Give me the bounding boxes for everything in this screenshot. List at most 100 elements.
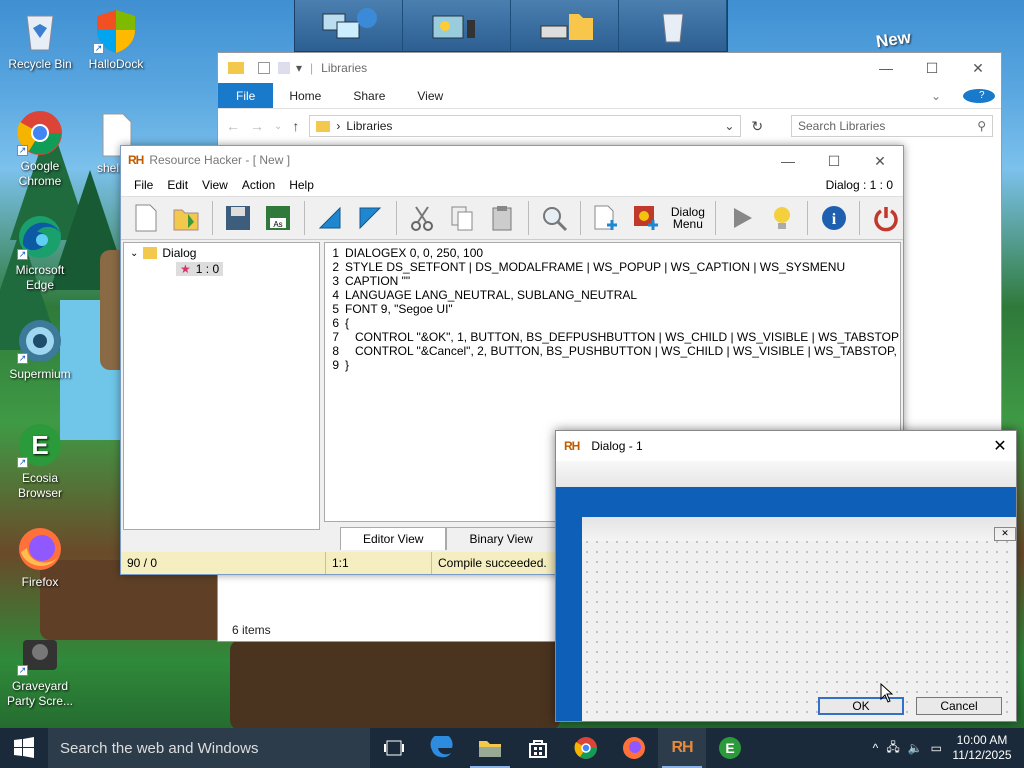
show-hidden-icons[interactable]: ^ xyxy=(873,741,879,755)
address-bar[interactable]: › Libraries ⌄ xyxy=(309,115,742,137)
code-text: CONTROL "&OK", 1, BUTTON, BS_DEFPUSHBUTT… xyxy=(345,330,899,344)
save-icon[interactable] xyxy=(221,200,256,236)
dialog-menu-icon[interactable]: Dialog Menu xyxy=(668,200,707,236)
info-icon[interactable]: i xyxy=(816,200,851,236)
tree-node-1-0[interactable]: ★ 1 : 0 xyxy=(176,262,224,276)
line-number: 3 xyxy=(332,274,339,288)
quick-launch-bar xyxy=(294,0,728,52)
menu-view[interactable]: View xyxy=(195,178,235,192)
resource-tree: ⌄ Dialog ★ 1 : 0 xyxy=(123,242,320,530)
add-resource-icon[interactable] xyxy=(589,200,624,236)
refresh-button[interactable]: ↻ xyxy=(751,118,763,135)
address-row: ← → ⌄ ↑ › Libraries ⌄ ↻ Search Libraries… xyxy=(218,109,1001,143)
taskbar-explorer-icon[interactable] xyxy=(466,728,514,768)
dialog-form[interactable]: ✕ OK Cancel xyxy=(582,517,1016,721)
up-button[interactable]: ↑ xyxy=(292,118,299,134)
clock[interactable]: 10:00 AM 11/12/2025 xyxy=(950,733,1014,763)
close-button[interactable]: ✕ xyxy=(955,53,1001,83)
volume-muted-icon[interactable]: 🔈 xyxy=(908,741,923,755)
taskbar-firefox-icon[interactable] xyxy=(610,728,658,768)
tab-home[interactable]: Home xyxy=(273,83,337,108)
back-button[interactable]: ← xyxy=(226,118,240,134)
tab-file[interactable]: File xyxy=(218,83,274,108)
tab-editor-view[interactable]: Editor View xyxy=(340,527,447,550)
tab-share[interactable]: Share xyxy=(337,83,401,108)
taskbar-search[interactable]: Search the web and Windows xyxy=(48,728,370,768)
new-folder-icon[interactable] xyxy=(278,62,290,74)
code-line: 6{ xyxy=(325,316,900,330)
menu-edit[interactable]: Edit xyxy=(160,178,195,192)
paste-icon[interactable] xyxy=(485,200,520,236)
cancel-button[interactable]: Cancel xyxy=(916,697,1002,715)
form-caption xyxy=(582,517,1016,541)
find-icon[interactable] xyxy=(537,200,572,236)
start-button[interactable] xyxy=(0,728,48,768)
copy-icon[interactable] xyxy=(445,200,480,236)
tab-view[interactable]: View xyxy=(401,83,459,108)
taskbar: Search the web and Windows RH E ^ 🖧 🔈 ▭ … xyxy=(0,728,1024,768)
menu-action[interactable]: Action xyxy=(235,178,282,192)
svg-text:i: i xyxy=(831,211,836,228)
dialog-close-button[interactable]: ✕ xyxy=(984,431,1016,461)
search-icon: ⚲ xyxy=(977,119,986,133)
desktop-icon-recycle-bin[interactable]: Recycle Bin xyxy=(2,8,78,72)
network-tray-icon[interactable]: 🖧 xyxy=(886,738,899,759)
run-script-icon[interactable] xyxy=(724,200,759,236)
recycle-bin-quick-icon[interactable] xyxy=(619,0,727,51)
code-line: 7 CONTROL "&OK", 1, BUTTON, BS_DEFPUSHBU… xyxy=(325,330,900,344)
rh-close-button[interactable]: ✕ xyxy=(857,146,903,176)
desktop-icon-ecosia[interactable]: E ↗ Ecosia Browser xyxy=(2,422,78,501)
back-arrow-icon[interactable] xyxy=(313,200,348,236)
menu-file[interactable]: File xyxy=(127,178,160,192)
desktop-icon-edge[interactable]: ↗ Microsoft Edge xyxy=(2,214,78,293)
taskbar-edge-icon[interactable] xyxy=(418,728,466,768)
desktop-icon-graveyard[interactable]: ↗ Graveyard Party Scre... xyxy=(2,630,78,709)
task-view-icon[interactable] xyxy=(370,728,418,768)
maximize-button[interactable]: ☐ xyxy=(909,53,955,83)
tab-binary-view[interactable]: Binary View xyxy=(446,527,556,550)
line-number: 4 xyxy=(332,288,339,302)
forward-arrow-icon[interactable] xyxy=(353,200,388,236)
desktop-icon-hallodock[interactable]: ↗ HalloDock xyxy=(78,8,154,72)
code-line: 9} xyxy=(325,358,900,372)
form-close-icon[interactable]: ✕ xyxy=(994,527,1016,541)
recent-dropdown-icon[interactable]: ⌄ xyxy=(274,121,282,132)
rh-minimize-button[interactable]: — xyxy=(765,146,811,176)
wallpaper-sign: New xyxy=(874,27,913,52)
taskbar-resource-hacker-icon[interactable]: RH xyxy=(658,728,706,768)
desktop-icon-chrome[interactable]: ↗ Google Chrome xyxy=(2,110,78,189)
properties-icon[interactable] xyxy=(258,62,270,74)
open-file-icon[interactable] xyxy=(169,200,204,236)
ribbon-expand-icon[interactable]: ⌄ xyxy=(915,83,957,108)
control-panel-icon[interactable] xyxy=(403,0,511,51)
new-file-icon[interactable] xyxy=(129,200,164,236)
qat-dropdown-icon[interactable]: ▾ xyxy=(296,61,302,75)
drive-folder-icon[interactable] xyxy=(511,0,619,51)
tip-lightbulb-icon[interactable] xyxy=(764,200,799,236)
forward-button[interactable]: → xyxy=(250,118,264,134)
menu-help[interactable]: Help xyxy=(282,178,321,192)
dialog-titlebar[interactable]: RH Dialog - 1 xyxy=(556,431,1016,461)
ribbon-tabs: File Home Share View ⌄ ? xyxy=(218,83,1001,109)
taskbar-ecosia-icon[interactable]: E xyxy=(706,728,754,768)
cut-icon[interactable] xyxy=(405,200,440,236)
expand-chevron-icon[interactable]: ⌄ xyxy=(130,248,138,259)
search-input[interactable]: Search Libraries ⚲ xyxy=(791,115,993,137)
minimize-button[interactable]: — xyxy=(863,53,909,83)
help-icon[interactable]: ? xyxy=(957,83,1001,108)
tree-node-dialog[interactable]: ⌄ Dialog xyxy=(130,246,196,260)
exit-power-icon[interactable] xyxy=(868,200,903,236)
save-as-icon[interactable]: As xyxy=(261,200,296,236)
taskbar-store-icon[interactable] xyxy=(514,728,562,768)
action-center-icon[interactable]: ▭ xyxy=(931,741,942,755)
network-icon[interactable] xyxy=(295,0,403,51)
add-image-icon[interactable] xyxy=(629,200,664,236)
desktop-icon-firefox[interactable]: Firefox xyxy=(2,526,78,590)
desktop-icon-supermium[interactable]: ↗ Supermium xyxy=(2,318,78,382)
rh-maximize-button[interactable]: ☐ xyxy=(811,146,857,176)
code-text: { xyxy=(345,316,350,330)
folder-open-icon xyxy=(143,247,158,259)
firefox-icon xyxy=(19,528,61,570)
taskbar-chrome-icon[interactable] xyxy=(562,728,610,768)
address-dropdown-icon[interactable]: ⌄ xyxy=(724,119,734,133)
